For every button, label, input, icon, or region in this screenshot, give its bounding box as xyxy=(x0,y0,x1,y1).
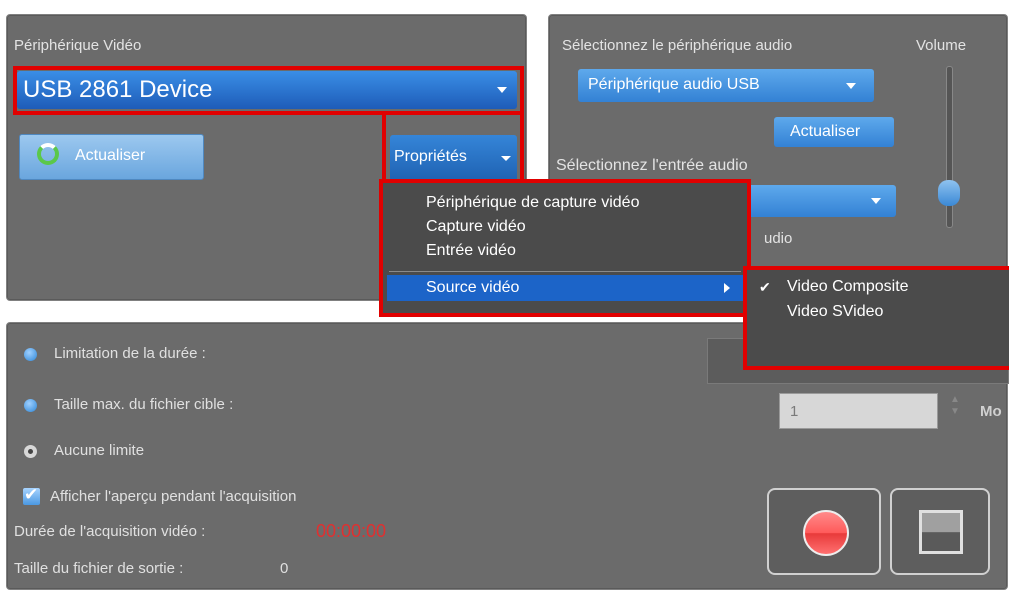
max-size-radio[interactable] xyxy=(24,399,37,412)
stop-icon xyxy=(919,510,963,554)
max-size-spinner[interactable]: ▲ ▼ xyxy=(950,394,960,424)
duration-limit-radio[interactable] xyxy=(24,348,37,361)
highlight-properties xyxy=(382,112,524,188)
capture-duration-value: 00:00:00 xyxy=(316,521,387,541)
highlight-source-submenu xyxy=(743,266,1009,370)
max-size-value: 1 xyxy=(790,403,799,420)
spin-down-icon[interactable]: ▼ xyxy=(950,406,960,418)
volume-label: Volume xyxy=(916,37,967,54)
output-size-label: Taille du fichier de sortie : xyxy=(14,560,184,577)
spin-up-icon[interactable]: ▲ xyxy=(950,394,960,406)
video-refresh-button[interactable]: Actualiser xyxy=(19,134,204,180)
max-size-input[interactable]: 1 xyxy=(779,393,938,429)
refresh-icon xyxy=(37,143,59,165)
checkmark-icon: ✔ xyxy=(24,485,39,504)
capture-app: Périphérique Vidéo USB 2861 Device Actua… xyxy=(0,0,1009,601)
video-refresh-label: Actualiser xyxy=(75,147,146,164)
capture-duration-label: Durée de l'acquisition vidéo : xyxy=(14,523,206,540)
record-icon xyxy=(803,510,849,556)
record-button[interactable] xyxy=(767,488,881,575)
stop-button[interactable] xyxy=(890,488,990,575)
video-device-label: Périphérique Vidéo xyxy=(14,37,142,54)
duration-limit-label: Limitation de la durée : xyxy=(54,345,206,362)
volume-thumb[interactable] xyxy=(938,180,960,206)
max-size-unit: Mo xyxy=(980,403,1002,420)
preview-checkbox[interactable]: ✔ xyxy=(23,485,40,505)
audio-partial-text: udio xyxy=(764,230,793,247)
no-limit-radio[interactable] xyxy=(24,445,37,458)
highlight-properties-menu xyxy=(379,179,751,317)
audio-input-label: Sélectionnez l'entrée audio xyxy=(556,157,748,174)
chevron-down-icon xyxy=(846,83,856,89)
highlight-video-device xyxy=(13,66,524,115)
audio-refresh-button[interactable]: Actualiser xyxy=(774,117,894,147)
max-size-label: Taille max. du fichier cible : xyxy=(54,396,234,413)
audio-device-label: Sélectionnez le périphérique audio xyxy=(562,37,793,54)
volume-slider[interactable] xyxy=(937,66,963,230)
audio-input-dropdown[interactable] xyxy=(748,185,896,217)
audio-device-dropdown[interactable]: Périphérique audio USB xyxy=(578,69,874,102)
output-size-value: 0 xyxy=(280,560,289,577)
audio-device-value: Périphérique audio USB xyxy=(588,76,760,93)
audio-refresh-label: Actualiser xyxy=(790,123,861,140)
preview-label: Afficher l'aperçu pendant l'acquisition xyxy=(50,488,297,505)
chevron-down-icon xyxy=(871,198,881,204)
no-limit-label: Aucune limite xyxy=(54,442,145,459)
